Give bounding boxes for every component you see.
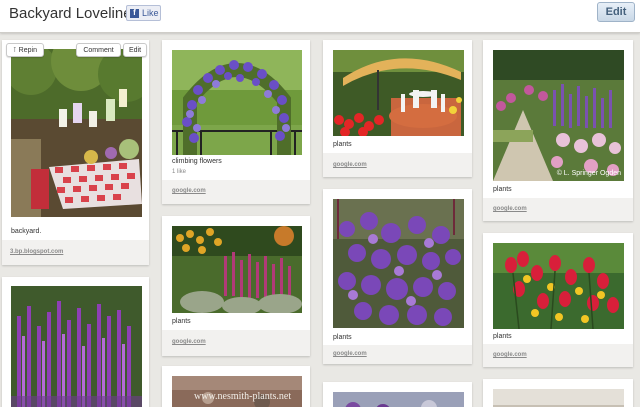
comment-label: Comment <box>83 46 114 54</box>
pin-image[interactable] <box>172 226 302 313</box>
repin-label: Repin <box>18 46 37 54</box>
pin-footer: google.com <box>162 330 310 356</box>
pin-card-salvia[interactable] <box>2 277 149 407</box>
pin-source-link[interactable]: google.com <box>493 206 527 212</box>
pin-image[interactable]: www.nesmith-plants.net <box>172 376 302 407</box>
pin-image[interactable] <box>172 50 302 155</box>
pin-source-link[interactable]: google.com <box>172 339 206 345</box>
pin-card-backyard[interactable]: backyard. 3.bp.blogspot.com ⊺ Repin Comm… <box>2 40 149 265</box>
pin-description: plants <box>172 318 191 325</box>
pin-image[interactable] <box>11 49 142 217</box>
pin-footer: google.com <box>323 345 472 364</box>
pin-description: plants <box>493 333 512 340</box>
edit-board-button[interactable]: Edit <box>597 2 635 22</box>
pin-card-perennial-border[interactable]: © L. Springer Ogden plants google.com <box>483 40 633 221</box>
pin-image[interactable] <box>493 243 624 329</box>
board-header: Backyard Loveliness f Like Edit <box>0 0 640 33</box>
pin-source-link[interactable]: google.com <box>172 188 206 194</box>
pin-image[interactable] <box>333 199 464 328</box>
facebook-icon: f <box>130 8 139 18</box>
pin-description: plants <box>493 186 512 193</box>
pin-card-climbing-flowers[interactable]: climbing flowers 1 like google.com <box>162 40 310 204</box>
pin-image[interactable]: © L. Springer Ogden <box>493 50 624 181</box>
pin-footer: 3.bp.blogspot.com <box>2 240 149 265</box>
pin-card-bottom-col3[interactable] <box>323 382 472 407</box>
pin-card-gazebo[interactable]: plants google.com <box>323 40 472 177</box>
pin-image[interactable] <box>493 389 624 407</box>
pin-card-garden-border[interactable]: plants google.com <box>162 216 310 356</box>
pin-footer: google.com <box>483 344 633 367</box>
like-label: Like <box>142 8 159 18</box>
pin-source-link[interactable]: 3.bp.blogspot.com <box>10 249 63 255</box>
image-watermark: www.nesmith-plants.net <box>194 391 292 402</box>
pin-card-verbena[interactable]: plants google.com <box>323 189 472 364</box>
edit-pin-button[interactable]: Edit <box>123 43 147 57</box>
pin-description: backyard. <box>11 228 42 235</box>
facebook-like-button[interactable]: f Like <box>126 5 161 21</box>
edit-pin-label: Edit <box>128 46 142 54</box>
pin-source-link[interactable]: google.com <box>493 352 527 358</box>
pin-image[interactable] <box>11 286 142 407</box>
pin-card-nesmith[interactable]: www.nesmith-plants.net <box>162 366 310 407</box>
pin-source-link[interactable]: google.com <box>333 162 367 168</box>
pushpin-icon: ⊺ <box>13 47 17 54</box>
pin-card-bottom-col4[interactable] <box>483 379 633 407</box>
image-watermark: © L. Springer Ogden <box>556 170 621 177</box>
pin-image[interactable] <box>333 392 464 407</box>
pin-description: plants <box>333 334 352 341</box>
pin-card-red-yellow-flowers[interactable]: plants google.com <box>483 233 633 367</box>
pin-source-link[interactable]: google.com <box>333 351 367 357</box>
comment-button[interactable]: Comment <box>76 43 121 57</box>
pin-description: climbing flowers <box>172 158 222 165</box>
repin-button[interactable]: ⊺ Repin <box>6 43 44 57</box>
pin-footer: google.com <box>162 180 310 204</box>
pin-like-count: 1 like <box>172 169 187 175</box>
pin-description: plants <box>333 141 352 148</box>
pin-footer: google.com <box>323 153 472 177</box>
pin-footer: google.com <box>483 198 633 221</box>
pin-image[interactable] <box>333 50 464 136</box>
